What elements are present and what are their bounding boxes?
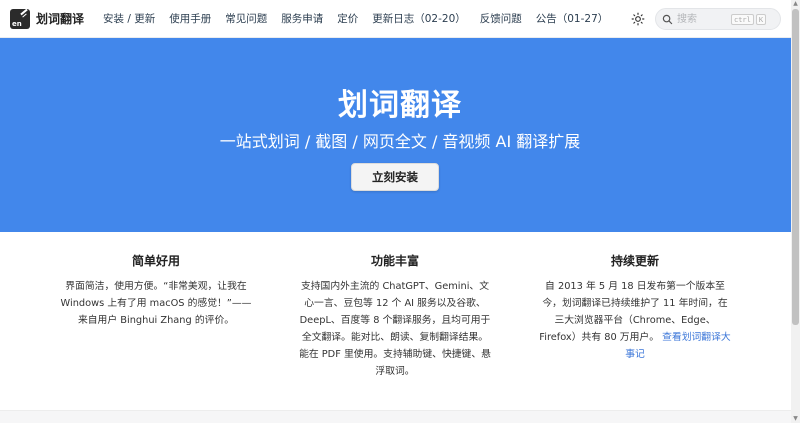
feature-line: 全文翻译。能对比、朗读、复制翻译结果。 bbox=[301, 332, 489, 343]
feature-line: 支持国内外主流的 ChatGPT、Gemini、文 bbox=[300, 281, 490, 292]
feature-line: Windows 上有了用 macOS 的感觉！”—— bbox=[60, 298, 252, 309]
shortcut-ctrl-key: ctrl bbox=[731, 13, 754, 25]
feature-line: 自 2013 年 5 月 18 日发布第一个版本至 bbox=[545, 281, 725, 292]
brand-name: 划词翻译 bbox=[36, 12, 85, 26]
feature-line: 今，划词翻译已持续维护了 11 年时间，在 bbox=[542, 298, 728, 309]
milestones-link-continued[interactable]: 事记 bbox=[625, 349, 645, 360]
brand-home-link[interactable]: en 划词翻译 bbox=[10, 0, 84, 38]
page-scrollbar[interactable]: ▲ ▼ bbox=[791, 0, 800, 423]
feature-title: 持续更新 bbox=[610, 254, 659, 268]
feature-line: 三大浏览器平台（Chrome、Edge、 bbox=[554, 315, 716, 326]
feature-line: 来自用户 Binghui Zhang 的评价。 bbox=[77, 315, 235, 326]
nav-link-announcement[interactable]: 公告（01-27） bbox=[536, 11, 609, 26]
feature-description: 自 2013 年 5 月 18 日发布第一个版本至 今，划词翻译已持续维护了 1… bbox=[530, 278, 740, 363]
nav-link-manual[interactable]: 使用手册 bbox=[169, 11, 211, 26]
milestones-link[interactable]: 查看划词翻译大 bbox=[662, 332, 731, 343]
features-section: 简单好用 界面简洁，使用方便。“非常美观，让我在 Windows 上有了用 ma… bbox=[0, 232, 800, 410]
nav-link-faq[interactable]: 常见问题 bbox=[225, 11, 267, 26]
search-box[interactable]: ctrl K bbox=[655, 8, 781, 30]
feature-line-text: Firefox）共有 80 万用户。 bbox=[539, 332, 659, 343]
sun-icon bbox=[631, 12, 645, 25]
feature-line: Firefox）共有 80 万用户。 查看划词翻译大 bbox=[530, 329, 740, 346]
nav-link-pricing[interactable]: 定价 bbox=[337, 11, 358, 26]
feature-title: 简单好用 bbox=[131, 254, 180, 268]
navbar: en 划词翻译 安装 / 更新 使用手册 常见问题 服务申请 定价 更新日志（0… bbox=[0, 0, 800, 38]
search-input[interactable] bbox=[677, 10, 729, 28]
feature-line: 能在 PDF 里使用。支持辅助键、快捷键、悬 bbox=[299, 349, 491, 360]
nav-links: 安装 / 更新 使用手册 常见问题 服务申请 定价 更新日志（02-20） 反馈… bbox=[103, 0, 646, 38]
feature-line: 界面简洁，使用方便。“非常美观，让我在 bbox=[65, 281, 247, 292]
feature-line: DeepL、百度等 8 个翻译服务，且均可用于 bbox=[299, 315, 491, 326]
theme-toggle-button[interactable] bbox=[630, 11, 646, 27]
feature-description: 支持国内外主流的 ChatGPT、Gemini、文 心一言、豆包等 12 个 A… bbox=[290, 278, 500, 380]
feature-line: 心一言、豆包等 12 个 AI 服务以及谷歌、 bbox=[304, 298, 486, 309]
scroll-down-arrow-icon[interactable]: ▼ bbox=[792, 415, 799, 423]
shortcut-k-key: K bbox=[755, 13, 767, 25]
app-logo-icon: en bbox=[10, 8, 30, 29]
feature-line: 浮取词。 bbox=[375, 366, 415, 377]
hero-title: 划词翻译 bbox=[338, 88, 462, 123]
hero-subtitle: 一站式划词 / 截图 / 网页全文 / 音视频 AI 翻译扩展 bbox=[219, 132, 581, 151]
next-section-edge bbox=[0, 410, 800, 423]
feature-title: 功能丰富 bbox=[370, 254, 419, 268]
search-icon bbox=[662, 14, 673, 24]
feature-description: 界面简洁，使用方便。“非常美观，让我在 Windows 上有了用 macOS 的… bbox=[51, 278, 261, 329]
install-now-button[interactable]: 立刻安装 bbox=[351, 163, 439, 191]
nav-link-changelog[interactable]: 更新日志（02-20） bbox=[372, 11, 466, 26]
nav-link-feedback[interactable]: 反馈问题 bbox=[480, 11, 522, 26]
hero-section: 划词翻译 一站式划词 / 截图 / 网页全文 / 音视频 AI 翻译扩展 立刻安… bbox=[0, 38, 800, 232]
logo-text: en bbox=[12, 19, 22, 28]
nav-link-service[interactable]: 服务申请 bbox=[281, 11, 323, 26]
feature-line: 事记 bbox=[530, 346, 740, 363]
scroll-up-arrow-icon[interactable]: ▲ bbox=[792, 0, 799, 8]
nav-link-install[interactable]: 安装 / 更新 bbox=[103, 11, 155, 26]
scrollbar-thumb[interactable] bbox=[792, 9, 799, 325]
